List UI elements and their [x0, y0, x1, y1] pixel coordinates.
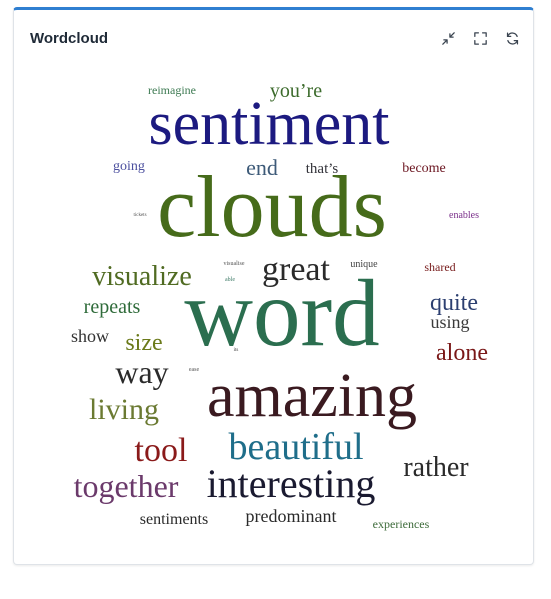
cloud-word: shared	[424, 260, 455, 274]
cloud-word: word	[184, 260, 379, 366]
refresh-button[interactable]	[501, 27, 523, 49]
cloud-word: tickets	[133, 213, 146, 218]
cloud-word: that’s	[306, 161, 339, 177]
cloud-word: predominant	[246, 506, 337, 526]
cloud-word: together	[74, 468, 179, 504]
cloud-word: alone	[436, 340, 488, 366]
collapse-button[interactable]	[437, 27, 459, 49]
word-cloud-canvas: reimagine you’resentimentgoing end that’s be…	[71, 80, 488, 531]
cloud-word: you’re	[270, 80, 322, 102]
cloud-word: going	[113, 159, 145, 174]
wordcloud-panel: Wordcloud reimagine you’re sentiment goi…	[13, 7, 534, 565]
cloud-word: rather	[403, 452, 469, 483]
cloud-word: visualize	[92, 261, 192, 292]
cloud-word: able	[225, 277, 235, 283]
cloud-word: experiences	[373, 517, 430, 531]
collapse-icon	[441, 31, 455, 45]
cloud-word: using	[430, 312, 469, 332]
cloud-word: way	[115, 354, 168, 390]
panel-title: Wordcloud	[30, 30, 109, 47]
cloud-word: unique	[350, 259, 378, 270]
cloud-word: interesting	[207, 461, 376, 506]
cloud-word: visualise	[224, 261, 245, 267]
cloud-word: clouds	[157, 159, 387, 256]
cloud-word: its	[234, 348, 239, 353]
cloud-word: size	[125, 330, 162, 356]
cloud-word: sentiment	[148, 90, 389, 158]
cloud-word: enables	[449, 210, 479, 221]
refresh-icon	[506, 31, 518, 45]
cloud-word: living	[89, 393, 159, 426]
cloud-word: great	[262, 251, 331, 288]
cloud-word: amazing	[207, 362, 417, 430]
cloud-word: reimagine	[148, 83, 196, 97]
cloud-word: become	[402, 161, 446, 176]
cloud-word: beautiful	[228, 426, 363, 468]
cloud-word: sentiments	[140, 511, 208, 528]
cloud-word: end	[246, 155, 278, 180]
cloud-word: quite	[430, 290, 478, 316]
panel-actions	[437, 27, 523, 49]
fullscreen-icon	[473, 31, 487, 45]
cloud-word: repeats	[84, 296, 141, 318]
cloud-word: ease	[189, 367, 200, 373]
cloud-word: tool	[135, 432, 188, 469]
panel-header: Wordcloud	[14, 10, 533, 66]
word-cloud: reimagine you’re sentiment going end that’s be…	[14, 10, 535, 568]
cloud-word: show	[71, 326, 109, 346]
fullscreen-button[interactable]	[469, 27, 491, 49]
